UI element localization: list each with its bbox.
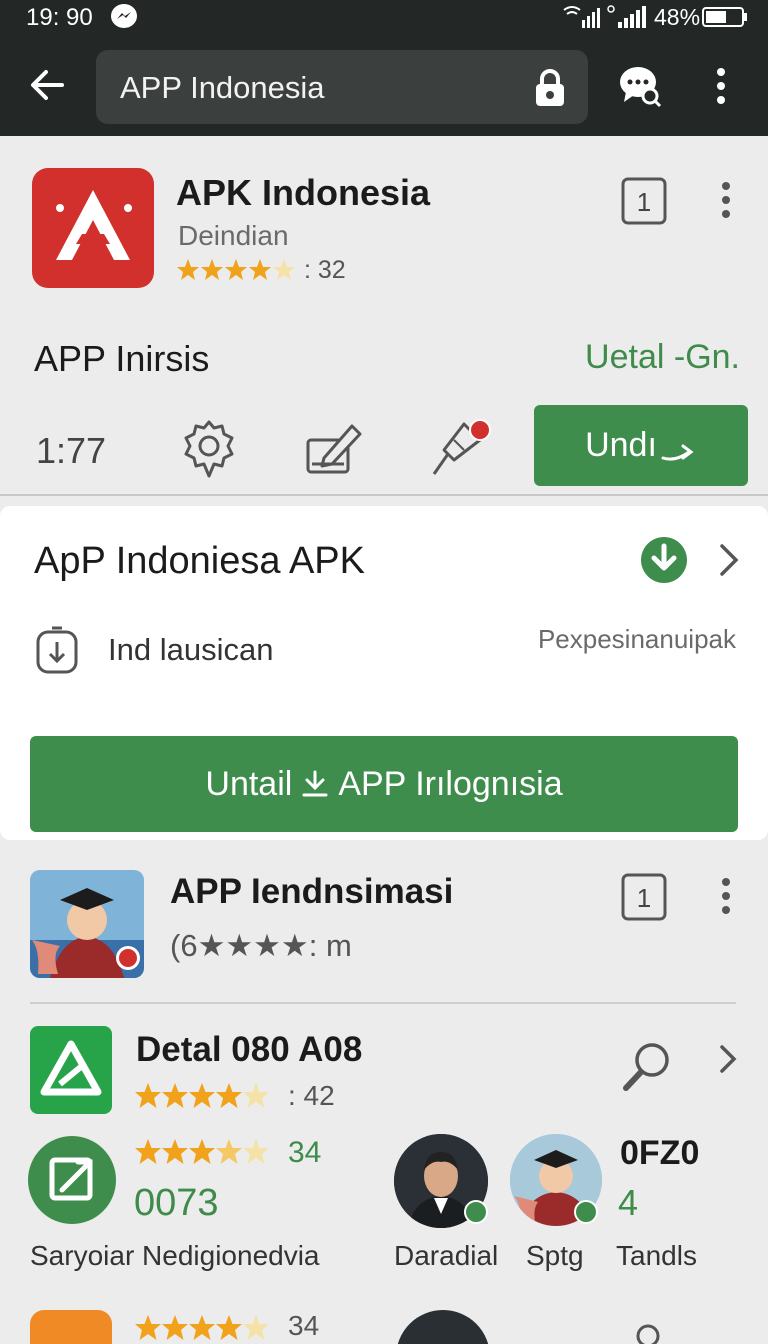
badge-count: 1 (637, 187, 651, 217)
battery-percent: 48% (654, 4, 701, 30)
verified-badge-icon (574, 1200, 598, 1224)
card-more-icon[interactable] (716, 180, 736, 220)
details-label: Ind lausican (108, 632, 274, 667)
status-bar: 19: 90 48% (0, 0, 768, 36)
app-icon-apk-indonesia[interactable] (32, 168, 154, 288)
app-title: APK Indonesia (176, 172, 431, 213)
open-button[interactable]: Undı (534, 405, 748, 486)
search-input[interactable]: APP Indonesia (120, 70, 325, 106)
chat-search-icon[interactable] (618, 64, 662, 108)
install-button[interactable]: Untail APP Irılognısia (30, 736, 738, 832)
arrow-right-icon (661, 444, 694, 461)
triangle-logo-icon (40, 1040, 102, 1096)
timer-download-icon (36, 626, 78, 674)
install-label-left: Untail (205, 764, 293, 803)
install-label-right: APP Irılognısia (338, 764, 563, 803)
rating-count: : 42 (288, 1080, 335, 1111)
rating-stars (135, 1083, 269, 1108)
list-more-icon[interactable] (716, 876, 736, 916)
back-arrow-icon[interactable] (28, 66, 66, 104)
app-code: 0FZ0 (620, 1134, 700, 1172)
list-item-title: Detal 080 A08 (136, 1030, 363, 1069)
list-item-rating: (6★★★★: m (170, 928, 352, 963)
app-number: 4 (618, 1182, 639, 1223)
app-details-card: ApP Indoniesa APK Ind lausican Pexpesina… (0, 506, 768, 840)
edit-icon[interactable] (304, 420, 364, 476)
download-icon (302, 770, 328, 797)
search-bar[interactable]: APP Indonesia (96, 50, 588, 124)
download-circle-icon[interactable] (640, 536, 688, 584)
badge-count: 1 (637, 883, 651, 913)
lock-icon (536, 69, 564, 106)
rating-stars (177, 259, 295, 280)
details-right-text: Pexpesinanuipak (537, 624, 736, 654)
app-subtitle: APP Inirsis (34, 338, 210, 379)
status-time: 19: 90 (26, 4, 93, 31)
cell-signal-icon (607, 5, 646, 28)
avatar-label: Daradial (394, 1240, 499, 1271)
app-toolbar: APP Indonesia (0, 36, 768, 136)
pin-notification-icon[interactable] (424, 414, 494, 478)
rating-stars (135, 1139, 269, 1164)
app-label: Tandls (616, 1240, 697, 1271)
search-icon[interactable] (620, 1040, 672, 1094)
app-icon-detal[interactable] (30, 1026, 112, 1114)
featured-app-card: APK Indonesia Deindian : 32 1 APP Inirsi… (0, 140, 768, 496)
rating-count: 34 (288, 1136, 322, 1169)
app-logo-icon (56, 190, 132, 260)
chevron-right-icon[interactable] (718, 1044, 738, 1074)
download-number: 0073 (134, 1182, 219, 1224)
details-title: ApP Indoniesa APK (34, 540, 365, 582)
more-vert-icon[interactable] (708, 66, 734, 106)
graduate-avatar-icon (30, 870, 144, 978)
chevron-right-icon[interactable] (716, 542, 740, 578)
app-label: Saryoiar Nedigionedvia (30, 1240, 320, 1271)
open-button-label: Undı (585, 426, 657, 464)
app-developer: Deindian (178, 220, 289, 251)
app-icon-graduate[interactable] (30, 870, 144, 978)
rating-count: : 32 (304, 256, 346, 284)
update-badge-icon[interactable]: 1 (620, 176, 668, 226)
avatar-man[interactable] (396, 1310, 490, 1344)
wifi-signal-icon (563, 6, 600, 28)
rating-stars (135, 1315, 269, 1340)
list-divider (30, 1002, 736, 1004)
app-icon-edit-green[interactable] (28, 1136, 116, 1224)
list-item-title: APP Iendnsimasi (170, 872, 454, 911)
search-icon[interactable] (632, 1320, 662, 1344)
battery-icon (702, 7, 747, 27)
settings-gear-icon[interactable] (180, 418, 238, 480)
verified-badge-icon (464, 1200, 488, 1224)
install-status: Uetal -Gn. (585, 338, 740, 376)
app-time: 1:77 (36, 430, 107, 471)
update-badge-icon[interactable]: 1 (620, 872, 668, 922)
edit-square-icon (49, 1157, 93, 1201)
app-icon-orange[interactable] (30, 1310, 112, 1344)
avatar-label: Sptg (526, 1240, 584, 1271)
rating-count: 34 (288, 1310, 320, 1341)
messenger-notification-icon (111, 4, 137, 28)
